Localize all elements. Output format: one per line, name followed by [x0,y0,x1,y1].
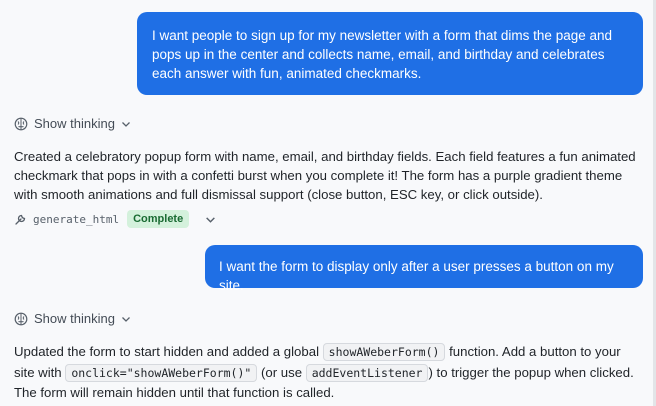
show-thinking-label: Show thinking [34,311,115,326]
inline-code: onclick="showAWeberForm()" [65,363,258,382]
user-message: I want the form to display only after a … [205,245,643,293]
status-badge: Complete [127,210,190,228]
wrench-icon [15,214,26,225]
tool-call-row: generate_html Complete [14,210,216,228]
chevron-down-icon [121,316,130,322]
show-thinking-toggle[interactable]: Show thinking [14,311,131,326]
message-text: Updated the form to start hidden and add… [14,344,323,359]
message-text: (or use [257,364,306,380]
user-message: I want people to sign up for my newslett… [137,12,643,95]
brain-icon [14,117,28,130]
assistant-message: Updated the form to start hidden and add… [14,342,638,403]
chat-transcript: I want people to sign up for my newslett… [0,0,656,406]
tool-name: generate_html [33,212,120,226]
show-thinking-label: Show thinking [34,116,115,131]
inline-code: addEventListener [305,363,429,382]
inline-code: showAWeberForm() [322,343,446,361]
assistant-message: Created a celebratory popup form with na… [14,149,636,202]
show-thinking-toggle[interactable]: Show thinking [14,116,131,131]
chevron-down-icon [121,121,130,127]
expand-tool-chevron-icon[interactable] [205,214,216,225]
brain-icon [14,312,28,325]
